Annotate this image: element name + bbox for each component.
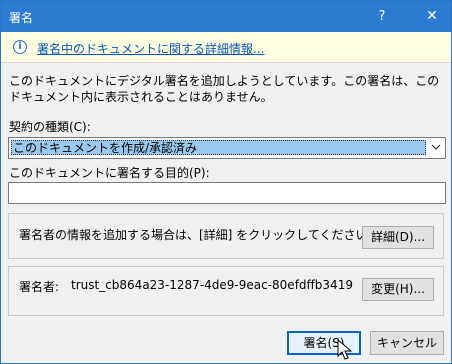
sign-dialog: 署名 ? ✕ i 署名中のドキュメントに関する詳細情報... このドキュメントに… [0, 0, 452, 364]
close-button[interactable]: ✕ [413, 1, 451, 32]
signer-group: 署名者: trust_cb864a23-1287-4de9-9eac-80efd… [8, 266, 444, 316]
info-icon: i [13, 40, 27, 54]
cancel-button[interactable]: キャンセル [370, 331, 444, 355]
more-info-link[interactable]: 署名中のドキュメントに関する詳細情報... [37, 40, 264, 57]
signer-details-group: 署名者の情報を追加する場合は、[詳細] をクリックしてください。 詳細(D)..… [8, 213, 444, 259]
title-bar: 署名 ? ✕ [1, 1, 451, 32]
purpose-input[interactable] [8, 182, 446, 204]
window-title: 署名 [9, 11, 34, 25]
mouse-cursor-icon [337, 339, 353, 360]
change-signer-button[interactable]: 変更(H)... [362, 278, 434, 301]
signer-details-text: 署名者の情報を追加する場合は、[詳細] をクリックしてください。 [19, 228, 380, 242]
signer-name: trust_cb864a23-1287-4de9-9eac-80efdffb34… [71, 278, 353, 292]
dialog-description: このドキュメントにデジタル署名を追加しようとしています。この署名は、このドキュメ… [9, 74, 440, 104]
chevron-down-icon[interactable] [427, 138, 445, 158]
commitment-type-value: このドキュメントを作成/承認済み [11, 140, 426, 155]
signer-label: 署名者: [19, 280, 60, 294]
details-button[interactable]: 詳細(D)... [362, 226, 434, 249]
help-button[interactable]: ? [367, 1, 397, 32]
commitment-type-dropdown[interactable]: このドキュメントを作成/承認済み [8, 137, 446, 159]
purpose-label: このドキュメントに署名する目的(P): [9, 166, 210, 180]
info-bar: i 署名中のドキュメントに関する詳細情報... [1, 32, 451, 63]
commitment-type-label: 契約の種類(C): [9, 120, 91, 134]
